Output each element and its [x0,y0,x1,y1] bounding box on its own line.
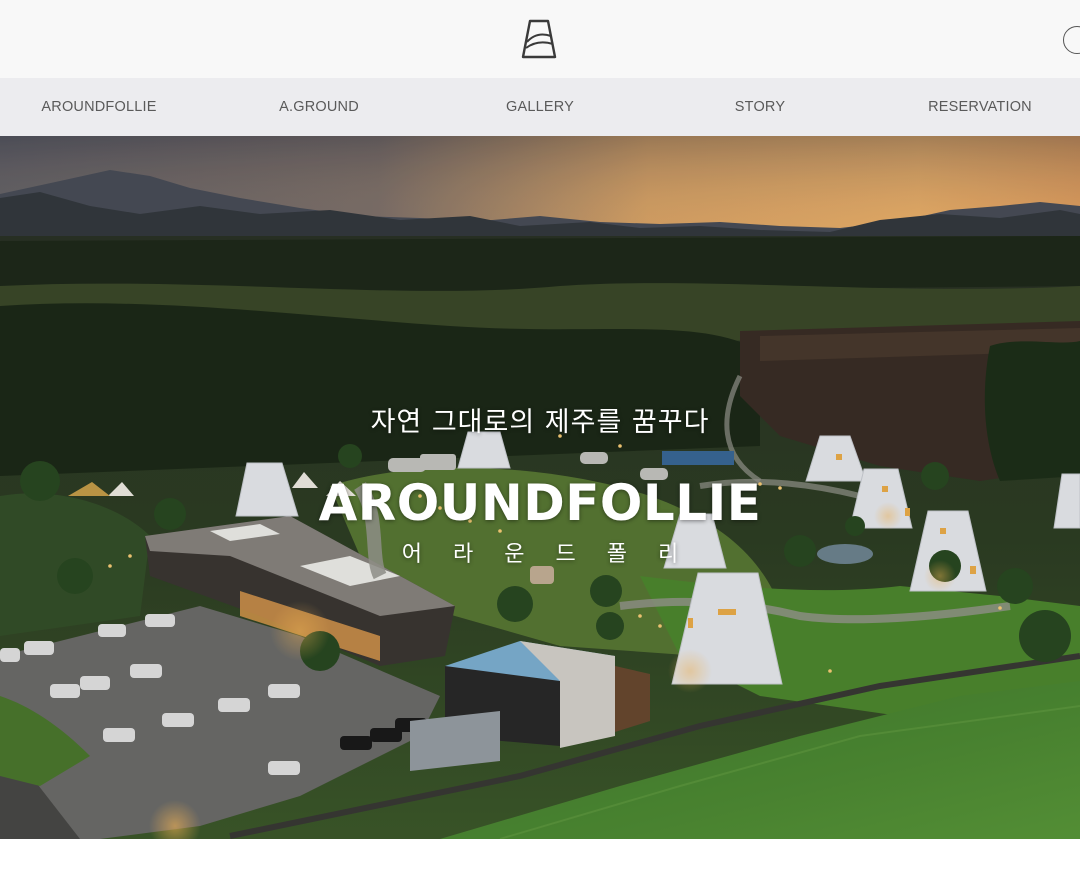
circle-button-icon[interactable] [1063,26,1080,54]
nav-item-reservation[interactable]: RESERVATION [928,78,1032,136]
hero-section: 자연 그대로의 제주를 꿈꾸다 AROUNDFOLLIE 어 라 운 드 폴 리 [0,136,1080,839]
main-navigation: AROUNDFOLLIE A.GROUND GALLERY STORY RESE… [0,78,1080,136]
nav-item-story[interactable]: STORY [735,78,785,136]
hero-title: AROUNDFOLLIE [318,474,762,532]
hero-subtitle: 어 라 운 드 폴 리 [401,542,691,567]
page-footer-area [0,839,1080,878]
nav-item-gallery[interactable]: GALLERY [506,78,574,136]
nav-item-aground[interactable]: A.GROUND [279,78,359,136]
site-header [0,0,1080,78]
aroundfollie-logo-icon[interactable] [520,18,558,60]
hero-tagline: 자연 그대로의 제주를 꿈꾸다 [370,407,710,438]
nav-item-aroundfollie[interactable]: AROUNDFOLLIE [41,78,156,136]
